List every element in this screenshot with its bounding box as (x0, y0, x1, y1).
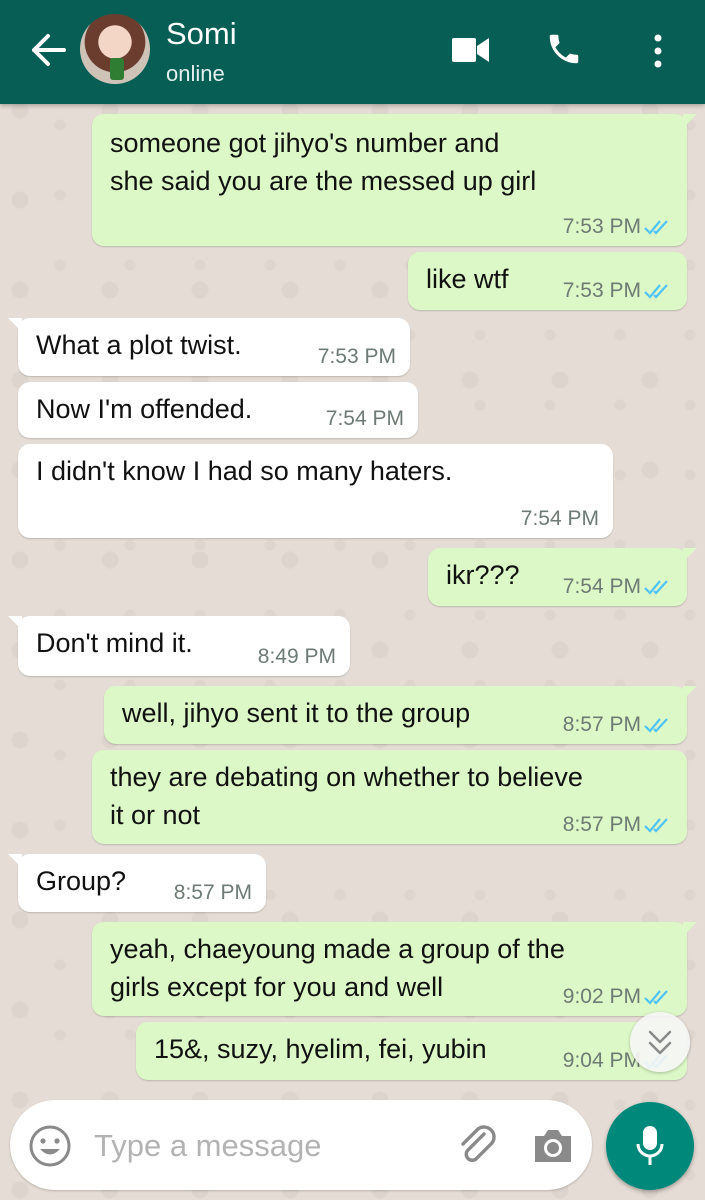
message-bubble-outgoing[interactable]: like wtf 7:53 PM (408, 252, 687, 310)
message-text: yeah, chaeyoung made a group of the girls… (110, 934, 565, 1002)
message-meta: 7:54 PM (563, 574, 673, 600)
message-time: 7:53 PM (317, 345, 396, 368)
chevron-double-down-icon (648, 1030, 672, 1055)
paperclip-icon[interactable] (454, 1122, 500, 1168)
double-check-icon (644, 818, 668, 833)
message-bubble-outgoing[interactable]: someone got jihyo's number and she said y… (92, 114, 697, 246)
avatar[interactable] (80, 14, 150, 84)
message-text: ikr??? (446, 560, 520, 590)
video-camera-icon[interactable] (452, 36, 490, 64)
message-meta: 8:57 PM (563, 712, 673, 738)
chat-header: Somi online (0, 0, 705, 104)
message-meta: 7:54 PM (521, 506, 599, 532)
message-text: Don't mind it. (36, 628, 193, 658)
message-bubble-outgoing[interactable]: ikr??? 7:54 PM (428, 548, 697, 606)
more-vertical-icon[interactable] (650, 32, 666, 70)
double-check-icon (644, 220, 668, 235)
message-meta: 8:57 PM (174, 880, 252, 906)
message-meta: 8:49 PM (258, 644, 336, 670)
message-time: 7:54 PM (520, 507, 599, 530)
message-text: like wtf (426, 264, 509, 294)
message-text: I didn't know I had so many haters. (36, 456, 453, 486)
camera-icon[interactable] (530, 1124, 576, 1168)
message-bubble-outgoing[interactable]: yeah, chaeyoung made a group of the girls… (92, 922, 697, 1016)
message-bubble-outgoing[interactable]: 15&, suzy, hyelim, fei, yubin 9:04 PM (136, 1022, 687, 1080)
message-meta: 9:02 PM (563, 984, 673, 1010)
message-bubble-incoming[interactable]: Group? 8:57 PM (8, 854, 266, 912)
message-time: 7:54 PM (325, 407, 404, 430)
message-input[interactable]: Type a message (94, 1126, 321, 1166)
message-text: What a plot twist. (36, 330, 242, 360)
message-time: 7:53 PM (562, 279, 641, 302)
message-bubble-outgoing[interactable]: they are debating on whether to believe i… (92, 750, 687, 844)
message-meta: 7:53 PM (563, 214, 673, 240)
message-time: 8:57 PM (173, 881, 252, 904)
message-meta: 7:53 PM (563, 278, 673, 304)
message-text: they are debating on whether to believe i… (110, 762, 583, 830)
message-text: well, jihyo sent it to the group (122, 698, 471, 728)
message-text: someone got jihyo's number and she said y… (110, 128, 537, 196)
double-check-icon (644, 284, 668, 299)
message-text: 15&, suzy, hyelim, fei, yubin (154, 1034, 487, 1064)
message-bubble-incoming[interactable]: Don't mind it. 8:49 PM (8, 616, 350, 676)
message-time: 8:49 PM (257, 645, 336, 668)
message-time: 8:57 PM (562, 813, 641, 836)
message-time: 7:53 PM (562, 215, 641, 238)
voice-message-button[interactable] (606, 1102, 694, 1190)
message-composer: Type a message (10, 1100, 592, 1190)
scroll-to-bottom-button[interactable] (630, 1012, 690, 1072)
message-time: 8:57 PM (562, 713, 641, 736)
contact-status: online (166, 61, 225, 86)
message-text: Group? (36, 866, 127, 896)
message-bubble-incoming[interactable]: I didn't know I had so many haters. 7:54… (18, 444, 613, 538)
message-text: Now I'm offended. (36, 394, 253, 424)
message-meta: 8:57 PM (563, 812, 673, 838)
message-bubble-incoming[interactable]: Now I'm offended. 7:54 PM (18, 382, 418, 438)
smiley-icon[interactable] (28, 1124, 72, 1168)
double-check-icon (644, 580, 668, 595)
phone-icon[interactable] (545, 30, 583, 68)
message-time: 9:02 PM (562, 985, 641, 1008)
message-bubble-outgoing[interactable]: well, jihyo sent it to the group 8:57 PM (104, 686, 697, 744)
message-time: 7:54 PM (562, 575, 641, 598)
message-meta: 7:53 PM (318, 344, 396, 370)
microphone-icon (636, 1126, 664, 1165)
back-arrow-icon[interactable] (28, 32, 68, 68)
double-check-icon (644, 990, 668, 1005)
message-bubble-incoming[interactable]: What a plot twist. 7:53 PM (8, 318, 410, 376)
double-check-icon (644, 718, 668, 733)
message-meta: 7:54 PM (326, 406, 404, 432)
contact-name[interactable]: Somi (166, 16, 237, 52)
